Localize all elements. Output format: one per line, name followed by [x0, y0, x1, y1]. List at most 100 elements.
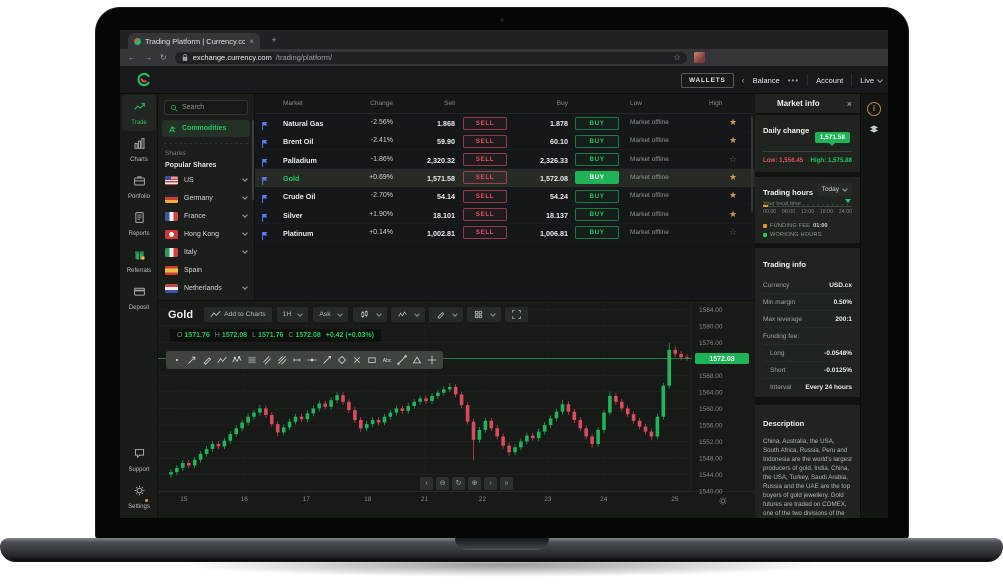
- draw-tool-trend-line-icon[interactable]: [395, 353, 409, 367]
- market-name[interactable]: Brent Oil: [283, 137, 313, 146]
- country-item-fr[interactable]: France: [158, 207, 254, 225]
- draw-tool-arrow-icon[interactable]: [185, 353, 199, 367]
- chart-zoom-out-button[interactable]: ⊖: [436, 477, 449, 490]
- chart-type-candles-button[interactable]: [353, 307, 387, 322]
- country-item-nl[interactable]: Netherlands: [158, 279, 254, 297]
- chart-zoom-in-button[interactable]: ⊕: [468, 477, 481, 490]
- sidebar-item-settings[interactable]: Settings: [122, 479, 156, 515]
- market-name[interactable]: Silver: [283, 211, 303, 220]
- buy-button-natural-gas[interactable]: BUY: [575, 117, 619, 130]
- layers-icon[interactable]: [868, 122, 880, 140]
- draw-tool-cursor-icon[interactable]: [170, 353, 184, 367]
- browser-profile-avatar[interactable]: [694, 52, 705, 63]
- market-row-gold[interactable]: Gold +0.69% 1,571.58 SELL 1,572.08 BUY M…: [255, 169, 755, 187]
- buy-button-silver[interactable]: BUY: [575, 208, 619, 221]
- chart-refresh-button[interactable]: ↻: [452, 477, 465, 490]
- collapse-balance-icon[interactable]: ‹: [742, 75, 745, 85]
- favorite-star-icon[interactable]: ★: [729, 117, 737, 128]
- favorite-star-icon[interactable]: ★: [729, 209, 737, 220]
- draw-tool-eraser-icon[interactable]: [350, 353, 364, 367]
- sidebar-item-commodities[interactable]: Commodities: [162, 120, 250, 137]
- market-name[interactable]: Platinum: [283, 229, 313, 238]
- draw-tool-crosshair-icon[interactable]: [425, 353, 439, 367]
- close-icon[interactable]: ×: [847, 99, 852, 109]
- browser-tab[interactable]: Trading Platform | Currency.com ×: [128, 33, 260, 49]
- instruments-scrollbar[interactable]: [252, 120, 254, 200]
- sell-button-silver[interactable]: SELL: [463, 208, 507, 221]
- draw-tool-fib-lines-icon[interactable]: [245, 353, 259, 367]
- draw-tool-measure-icon[interactable]: [290, 353, 304, 367]
- tab-close-icon[interactable]: ×: [249, 37, 254, 46]
- info-icon[interactable]: i: [867, 102, 881, 116]
- daily-range-track[interactable]: [763, 151, 852, 152]
- reload-icon[interactable]: ↻: [160, 53, 167, 62]
- wallets-button[interactable]: WALLETS: [681, 73, 734, 88]
- sell-button-palladium[interactable]: SELL: [463, 153, 507, 166]
- draw-tool-channel-icon[interactable]: [260, 353, 274, 367]
- account-menu[interactable]: Account: [816, 76, 843, 85]
- address-bar[interactable]: exchange.currency.com/trading/platform/ …: [175, 52, 687, 64]
- sidebar-item-portfolio[interactable]: Portfolio: [122, 169, 156, 205]
- live-mode-select[interactable]: Live: [860, 76, 882, 85]
- favorite-star-icon[interactable]: ★: [729, 190, 737, 201]
- sell-button-brent-oil[interactable]: SELL: [463, 135, 507, 148]
- draw-tool-polyline-icon[interactable]: [215, 353, 229, 367]
- favorite-star-icon[interactable]: ☆: [729, 154, 737, 165]
- market-row-natural-gas[interactable]: Natural Gas -2.56% 1.868 SELL 1.878 BUY …: [255, 114, 755, 132]
- sell-button-natural-gas[interactable]: SELL: [463, 117, 507, 130]
- sidebar-item-support[interactable]: Support: [122, 442, 156, 478]
- buy-button-platinum[interactable]: BUY: [575, 226, 619, 239]
- buy-button-brent-oil[interactable]: BUY: [575, 135, 619, 148]
- draw-tool-pencil-icon[interactable]: [200, 353, 214, 367]
- table-scrollbar[interactable]: [751, 116, 753, 212]
- sidebar-item-trade[interactable]: Trade: [122, 95, 156, 131]
- sidebar-item-reports[interactable]: Reports: [122, 206, 156, 242]
- new-tab-button[interactable]: +: [268, 34, 280, 46]
- sell-button-crude-oil[interactable]: SELL: [463, 190, 507, 203]
- market-name[interactable]: Crude Oil: [283, 192, 315, 201]
- market-row-brent-oil[interactable]: Brent Oil -2.41% 59.90 SELL 60.10 BUY Ma…: [255, 132, 755, 150]
- market-row-silver[interactable]: Silver +1.90% 18.101 SELL 18.137 BUY Mar…: [255, 206, 755, 224]
- back-icon[interactable]: ←: [128, 53, 136, 62]
- popular-shares-label[interactable]: Popular Shares: [165, 162, 247, 169]
- chart-jump-to-end-button[interactable]: »: [500, 477, 513, 490]
- forward-icon[interactable]: →: [144, 53, 152, 62]
- axis-settings-gear-icon[interactable]: [718, 493, 728, 511]
- market-name[interactable]: Gold: [283, 174, 299, 183]
- sidebar-item-referrals[interactable]: Referrals: [122, 243, 156, 279]
- chart-pan-left-button[interactable]: ‹: [420, 477, 433, 490]
- search-input[interactable]: Search: [164, 100, 248, 115]
- favorite-star-icon[interactable]: ★: [729, 172, 737, 183]
- draw-tool-horizontal-line-icon[interactable]: [305, 353, 319, 367]
- draw-tool-pattern-icon[interactable]: [230, 353, 244, 367]
- market-name[interactable]: Palladium: [283, 156, 317, 165]
- price-type-select[interactable]: Ask: [313, 307, 347, 322]
- country-item-es[interactable]: Spain: [158, 261, 254, 279]
- fullscreen-button[interactable]: [505, 307, 528, 322]
- market-row-platinum[interactable]: Platinum +0.14% 1,002.81 SELL 1,006.81 B…: [255, 224, 755, 242]
- sell-button-gold[interactable]: SELL: [463, 171, 507, 184]
- chart-pan-right-button[interactable]: ›: [484, 477, 497, 490]
- draw-tool-rectangle-icon[interactable]: [365, 353, 379, 367]
- country-item-hk[interactable]: Hong Kong: [158, 225, 254, 243]
- draw-tool-polygon-icon[interactable]: [335, 353, 349, 367]
- interval-select[interactable]: 1H: [277, 307, 309, 322]
- buy-button-gold[interactable]: BUY: [575, 171, 619, 184]
- bookmark-icon[interactable]: ☆: [674, 53, 681, 62]
- indicators-button[interactable]: [391, 307, 425, 322]
- draw-tool-ray-icon[interactable]: [320, 353, 334, 367]
- favorite-star-icon[interactable]: ☆: [729, 227, 737, 238]
- favorite-star-icon[interactable]: ★: [729, 135, 737, 146]
- draw-tool-triangle-icon[interactable]: [410, 353, 424, 367]
- hours-range-select[interactable]: Today: [817, 183, 852, 196]
- add-to-charts-button[interactable]: Add to Charts: [204, 307, 272, 322]
- country-item-it[interactable]: Italy: [158, 243, 254, 261]
- balance-label[interactable]: Balance: [753, 76, 780, 85]
- market-name[interactable]: Natural Gas: [283, 119, 323, 128]
- buy-button-palladium[interactable]: BUY: [575, 153, 619, 166]
- sidebar-item-charts[interactable]: Charts: [122, 132, 156, 168]
- market-row-palladium[interactable]: Palladium -1.86% 2,320.32 SELL 2,326.33 …: [255, 151, 755, 169]
- draw-button[interactable]: [429, 307, 463, 322]
- sidebar-item-deposit[interactable]: Deposit: [122, 280, 156, 316]
- country-item-us[interactable]: US: [158, 171, 254, 189]
